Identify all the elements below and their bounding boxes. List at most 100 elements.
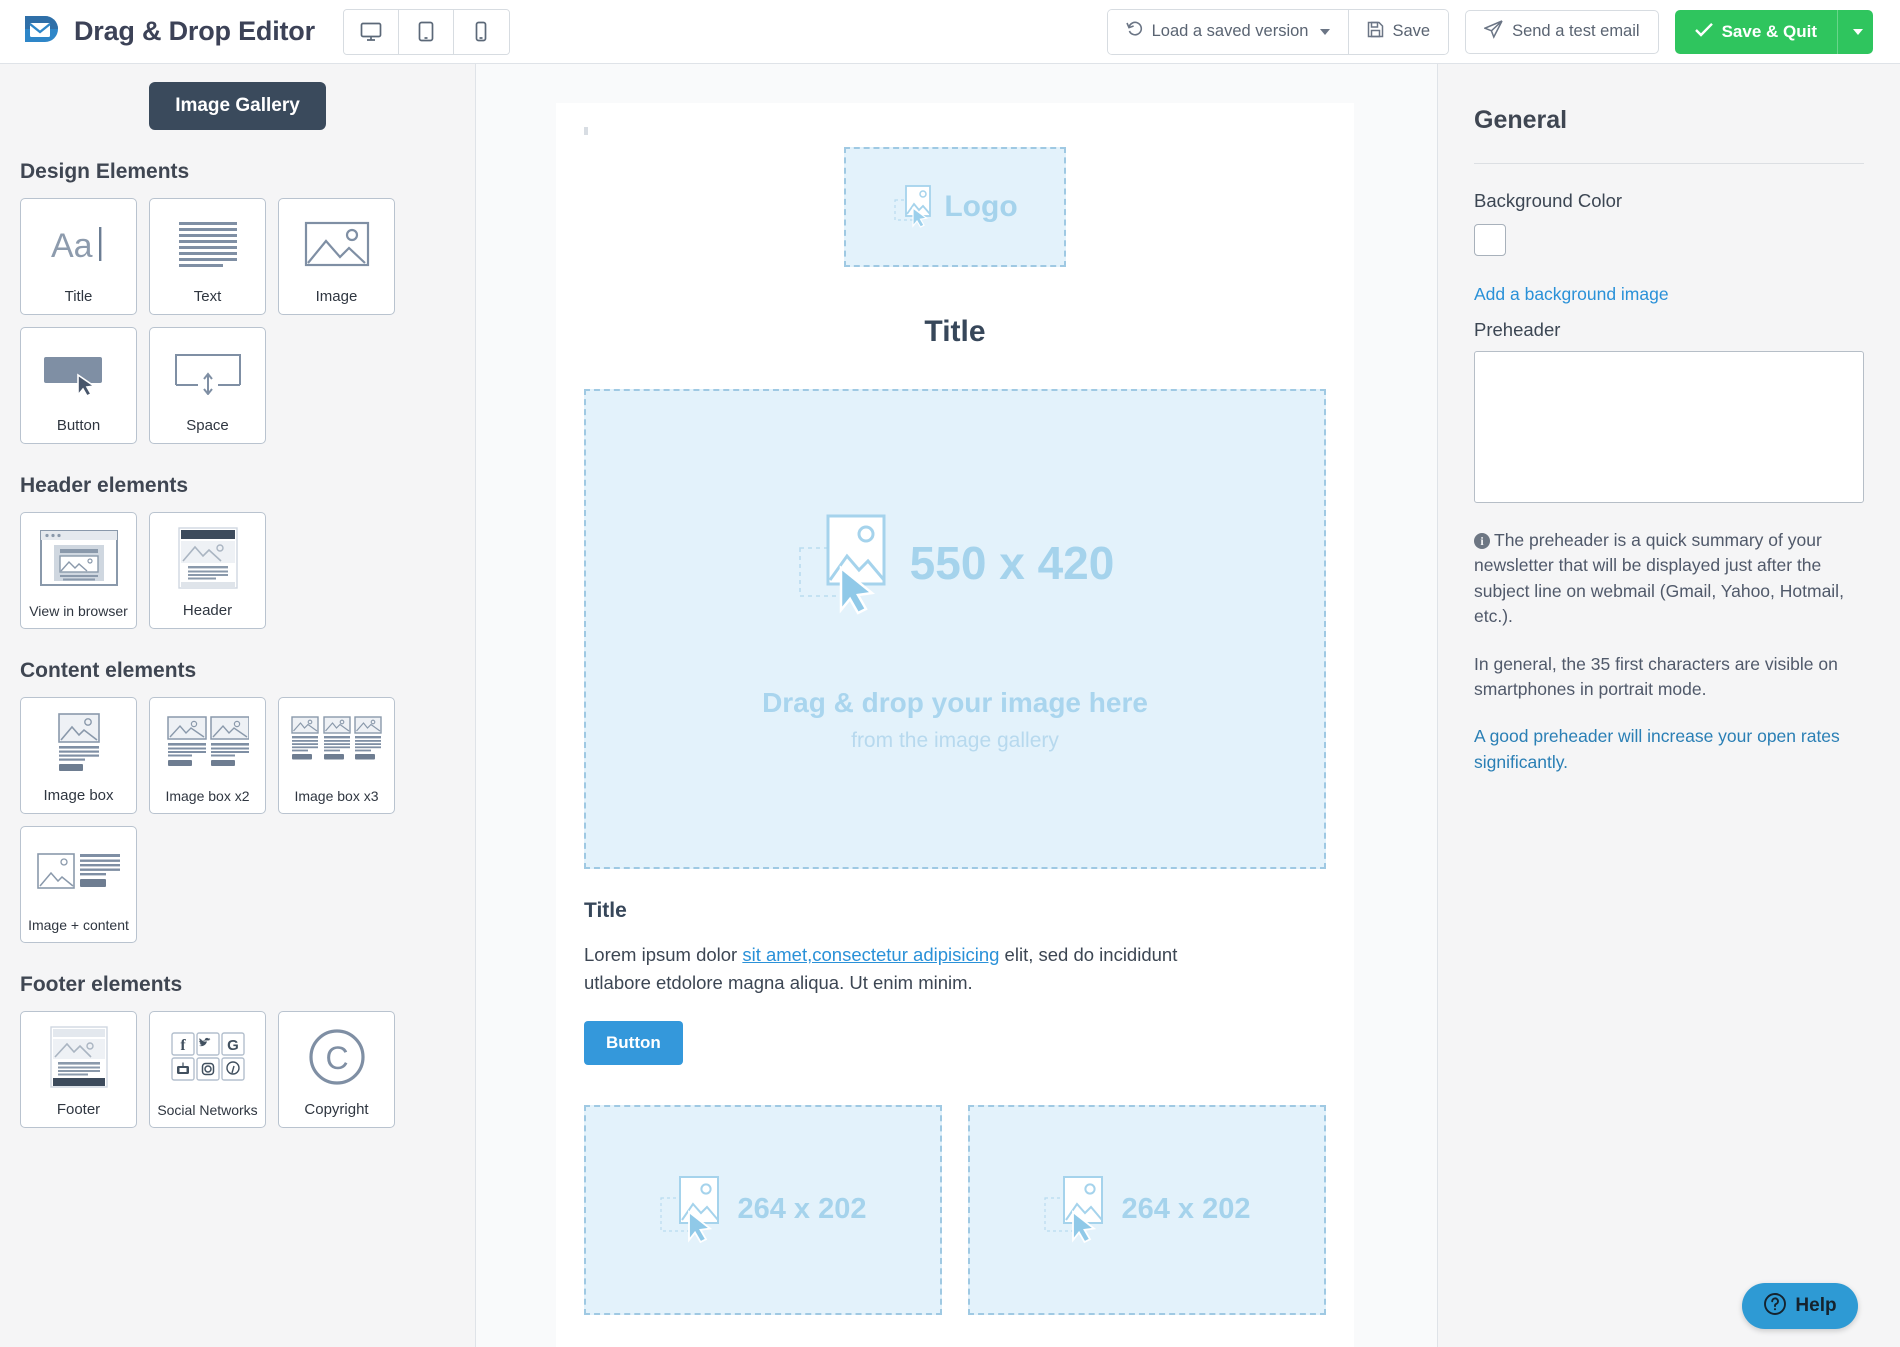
panel-heading: General bbox=[1474, 106, 1864, 135]
element-tile-text[interactable]: Text bbox=[149, 198, 266, 315]
social-grid-icon: f G bbox=[150, 1012, 265, 1103]
picture-icon bbox=[279, 199, 394, 289]
element-tile-label: Footer bbox=[57, 1102, 100, 1119]
desktop-icon bbox=[360, 22, 382, 42]
preheader-note-2: In general, the 35 first characters are … bbox=[1474, 652, 1864, 703]
paragraph-lines-icon bbox=[150, 199, 265, 289]
element-tile-header[interactable]: Header bbox=[149, 512, 266, 629]
half-image-dropzone-right[interactable]: 264 x 202 bbox=[968, 1105, 1326, 1315]
picture-drag-icon bbox=[892, 180, 938, 235]
load-saved-version-button[interactable]: Load a saved version bbox=[1108, 10, 1349, 54]
chevron-down-icon bbox=[1853, 29, 1863, 35]
image-gallery-button[interactable]: Image Gallery bbox=[149, 82, 326, 130]
save-and-quit-button[interactable]: Save & Quit bbox=[1675, 10, 1837, 54]
preheader-label: Preheader bbox=[1474, 319, 1864, 341]
send-test-email-button[interactable]: Send a test email bbox=[1465, 10, 1659, 54]
picture-drag-cursor-icon bbox=[659, 1170, 731, 1249]
element-tile-image[interactable]: Image bbox=[278, 198, 395, 315]
background-color-swatch[interactable] bbox=[1474, 224, 1506, 256]
hero-drag-sub-label: from the image gallery bbox=[851, 729, 1059, 753]
tablet-icon bbox=[418, 21, 434, 42]
logo-placeholder-label: Logo bbox=[944, 190, 1017, 224]
element-tile-title[interactable]: Aa Title bbox=[20, 198, 137, 315]
half-dimensions-label: 264 x 202 bbox=[1121, 1193, 1250, 1226]
preheader-input[interactable] bbox=[1474, 351, 1864, 503]
email-heading[interactable]: Title bbox=[556, 315, 1354, 349]
footer-elements-tiles: Footer f G bbox=[20, 1011, 455, 1128]
mobile-icon bbox=[475, 21, 487, 42]
element-tile-label: Title bbox=[65, 289, 93, 306]
save-button[interactable]: Save bbox=[1348, 10, 1448, 54]
element-tile-image-plus-content[interactable]: Image + content bbox=[20, 826, 137, 943]
hero-image-dropzone[interactable]: 550 x 420 Drag & drop your image here fr… bbox=[584, 389, 1326, 869]
element-tile-copyright[interactable]: C Copyright bbox=[278, 1011, 395, 1128]
button-cursor-icon bbox=[21, 328, 136, 418]
element-tile-label: Space bbox=[186, 418, 229, 435]
section-title-header-elements: Header elements bbox=[20, 474, 455, 498]
inline-link[interactable]: sit amet,consectetur adipisicing bbox=[742, 944, 999, 965]
content-block-text[interactable]: Lorem ipsum dolor sit amet,consectetur a… bbox=[584, 941, 1184, 997]
email-canvas-area[interactable]: Logo Title 550 x 4 bbox=[476, 64, 1437, 1347]
element-tile-button[interactable]: Button bbox=[20, 327, 137, 444]
header-block-icon bbox=[150, 513, 265, 603]
picture-drag-cursor-icon bbox=[1043, 1170, 1115, 1249]
add-background-image-link[interactable]: Add a background image bbox=[1474, 284, 1864, 305]
element-tile-label: Text bbox=[194, 289, 222, 306]
element-tile-label: Social Networks bbox=[157, 1103, 257, 1118]
background-color-label: Background Color bbox=[1474, 190, 1864, 212]
text-aa-icon: Aa bbox=[21, 199, 136, 289]
text-before: Lorem ipsum dolor bbox=[584, 944, 742, 965]
preheader-note-3: A good preheader will increase your open… bbox=[1474, 724, 1864, 775]
brand: Drag & Drop Editor bbox=[22, 13, 315, 51]
content-block-title[interactable]: Title bbox=[584, 899, 1326, 923]
svg-text:f: f bbox=[180, 1037, 186, 1054]
logo-placeholder-dropzone[interactable]: Logo bbox=[844, 147, 1066, 267]
element-tile-label: Image box x3 bbox=[294, 789, 378, 804]
preheader-note-1-text: The preheader is a quick summary of your… bbox=[1474, 530, 1844, 626]
save-and-quit-dropdown[interactable] bbox=[1837, 10, 1873, 54]
element-tile-image-box[interactable]: Image box bbox=[20, 697, 137, 814]
image-box-icon bbox=[21, 698, 136, 788]
element-tile-view-in-browser[interactable]: View in browser bbox=[20, 512, 137, 629]
envelope-shield-logo-icon bbox=[22, 13, 60, 51]
content-block-button[interactable]: Button bbox=[584, 1021, 683, 1065]
design-elements-tiles: Aa Title Text bbox=[20, 198, 455, 444]
help-button[interactable]: Help bbox=[1742, 1283, 1858, 1329]
element-tile-space[interactable]: Space bbox=[149, 327, 266, 444]
email-document[interactable]: Logo Title 550 x 4 bbox=[556, 103, 1354, 1347]
element-tile-social-networks[interactable]: f G Social Networks bbox=[149, 1011, 266, 1128]
save-button-group: Load a saved version Save bbox=[1107, 9, 1449, 55]
question-circle-icon bbox=[1763, 1292, 1787, 1321]
element-tile-label: Header bbox=[183, 603, 232, 620]
device-mobile-button[interactable] bbox=[454, 10, 509, 54]
header-elements-tiles: View in browser Header bbox=[20, 512, 455, 629]
floppy-disk-icon bbox=[1367, 21, 1384, 43]
info-icon: i bbox=[1474, 533, 1490, 549]
two-column-dropzones: 264 x 202 264 x 202 bbox=[584, 1105, 1326, 1315]
save-label: Save bbox=[1392, 22, 1430, 41]
hero-dimensions-label: 550 x 420 bbox=[910, 536, 1115, 590]
save-and-quit-label: Save & Quit bbox=[1722, 22, 1817, 42]
device-desktop-button[interactable] bbox=[344, 10, 399, 54]
half-dimensions-label: 264 x 202 bbox=[737, 1193, 866, 1226]
app-title: Drag & Drop Editor bbox=[74, 16, 315, 47]
half-image-dropzone-left[interactable]: 264 x 202 bbox=[584, 1105, 942, 1315]
help-label: Help bbox=[1795, 1295, 1836, 1317]
element-tile-image-box-x3[interactable]: Image box x3 bbox=[278, 697, 395, 814]
device-preview-toggle[interactable] bbox=[343, 9, 510, 55]
content-elements-tiles: Image box bbox=[20, 697, 455, 943]
footer-block-icon bbox=[21, 1012, 136, 1102]
element-tile-image-box-x2[interactable]: Image box x2 bbox=[149, 697, 266, 814]
chevron-down-icon bbox=[1320, 29, 1330, 35]
element-tile-label: Image + content bbox=[28, 918, 129, 933]
save-and-quit-group[interactable]: Save & Quit bbox=[1675, 10, 1873, 54]
element-tile-footer[interactable]: Footer bbox=[20, 1011, 137, 1128]
browser-window-icon bbox=[21, 513, 136, 604]
element-tile-label: Image bbox=[316, 289, 358, 306]
element-tile-label: Image box bbox=[43, 788, 113, 805]
element-tile-label: Button bbox=[57, 418, 100, 435]
canvas-marker bbox=[584, 127, 588, 135]
section-title-footer-elements: Footer elements bbox=[20, 973, 455, 997]
paper-plane-icon bbox=[1484, 20, 1503, 44]
device-tablet-button[interactable] bbox=[399, 10, 454, 54]
